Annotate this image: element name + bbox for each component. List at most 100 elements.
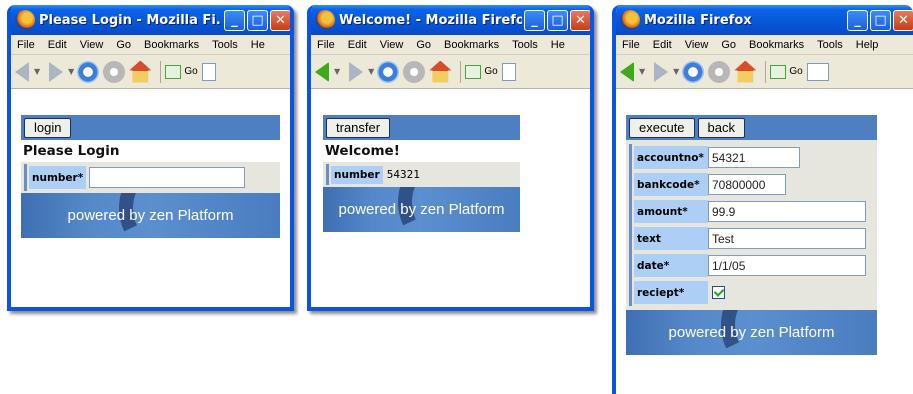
menu-bookmarks[interactable]: Bookmarks [438,39,506,51]
menu-help[interactable]: He [545,39,572,51]
window-title: Mozilla Firefox [644,12,752,28]
menu-bookmarks[interactable]: Bookmarks [743,39,811,51]
chevron-down-icon[interactable]: ▼ [334,67,340,76]
menu-edit[interactable]: Edit [42,39,74,51]
stop-icon[interactable] [708,60,731,83]
menu-view[interactable]: View [74,39,111,51]
title-bar[interactable]: Mozilla Firefox _ □ ✕ [616,5,913,35]
maximize-button[interactable]: □ [247,9,268,31]
navigation-toolbar: ▼ ▼ Go [11,55,290,89]
form-row-date: date* 1/1/05 [629,252,874,279]
forward-arrow-icon[interactable] [49,61,64,82]
number-input[interactable] [89,167,246,188]
number-label: number* [29,166,87,189]
go-label[interactable]: Go [184,66,197,77]
menu-file[interactable]: File [11,39,42,51]
date-input[interactable]: 1/1/05 [708,255,866,276]
menu-help[interactable]: He [245,39,272,51]
page-heading: Welcome! [325,143,400,159]
stop-icon[interactable] [103,60,126,83]
amount-input[interactable]: 99.9 [708,201,866,222]
title-bar[interactable]: Welcome! - Mozilla Firefox _ □ ✕ [311,5,590,35]
firefox-icon [620,10,640,30]
reload-icon[interactable] [682,60,705,83]
login-form: number* [21,162,280,193]
menu-help[interactable]: Help [850,39,886,51]
transfer-button[interactable]: transfer [326,117,391,138]
menu-tools[interactable]: Tools [506,39,545,51]
back-button[interactable]: back [697,117,746,138]
menu-edit[interactable]: Edit [647,39,679,51]
back-arrow-icon[interactable] [15,61,29,82]
page-content: login Please Login number* powered by ze… [11,89,290,307]
text-input[interactable]: Test [708,228,866,249]
menu-tools[interactable]: Tools [811,39,850,51]
window-title: Please Login - Mozilla Fi... [39,12,222,28]
menu-go[interactable]: Go [410,39,438,51]
address-bar[interactable] [501,62,516,81]
login-button[interactable]: login [24,117,72,138]
menu-bookmarks[interactable]: Bookmarks [138,39,206,51]
minimize-button[interactable]: _ [224,9,245,31]
chevron-down-icon[interactable]: ▼ [68,67,74,76]
home-icon[interactable] [429,60,452,83]
bankcode-input[interactable]: 70800000 [708,174,786,195]
back-arrow-icon[interactable] [315,61,329,82]
back-arrow-icon[interactable] [620,61,634,82]
stop-icon[interactable] [403,60,426,83]
menu-go[interactable]: Go [110,39,138,51]
chevron-down-icon[interactable]: ▼ [673,67,679,76]
reciept-checkbox[interactable] [712,286,725,299]
window-title: Welcome! - Mozilla Firefox [339,12,522,28]
reload-icon[interactable] [377,60,400,83]
maximize-button[interactable]: □ [547,9,568,31]
go-icon[interactable] [165,64,182,79]
chevron-down-icon[interactable]: ▼ [639,67,645,76]
go-icon[interactable] [465,64,482,79]
page-content: execute back accountno* 54321 bankcode* … [616,89,913,394]
browser-window-transfer: Mozilla Firefox _ □ ✕ File Edit View Go … [612,5,913,394]
chevron-down-icon[interactable]: ▼ [368,67,374,76]
form-row-amount: amount* 99.9 [629,198,874,225]
go-label[interactable]: Go [484,66,497,77]
menu-view[interactable]: View [679,39,716,51]
powered-by-banner: powered by zen Platform [21,193,280,238]
minimize-button[interactable]: _ [524,9,545,31]
browser-window-welcome: Welcome! - Mozilla Firefox _ □ ✕ File Ed… [307,5,594,311]
go-label[interactable]: Go [789,66,802,77]
close-button[interactable]: ✕ [570,9,590,31]
title-bar[interactable]: Please Login - Mozilla Fi... _ □ ✕ [11,5,290,35]
accountno-label: accountno* [634,146,708,169]
menu-tools[interactable]: Tools [206,39,245,51]
maximize-button[interactable]: □ [870,9,891,31]
home-icon[interactable] [734,60,757,83]
address-bar[interactable] [201,62,216,81]
chevron-down-icon[interactable]: ▼ [34,67,40,76]
action-bar: login [21,115,280,140]
forward-arrow-icon[interactable] [349,61,364,82]
form-row: number* [24,164,277,191]
close-button[interactable]: ✕ [893,9,913,31]
address-bar[interactable] [806,62,829,81]
execute-button[interactable]: execute [629,117,695,138]
menu-go[interactable]: Go [715,39,743,51]
go-icon[interactable] [770,64,787,79]
close-button[interactable]: ✕ [270,9,290,31]
toolbar-separator [765,60,767,83]
form-row-reciept: reciept* [629,279,874,306]
reload-icon[interactable] [77,60,100,83]
reciept-label: reciept* [634,281,708,304]
accountno-input[interactable]: 54321 [708,147,800,168]
menu-view[interactable]: View [374,39,411,51]
powered-by-banner: powered by zen Platform [626,310,877,355]
minimize-button[interactable]: _ [847,9,868,31]
menu-file[interactable]: File [311,39,342,51]
forward-arrow-icon[interactable] [654,61,669,82]
home-icon[interactable] [129,60,152,83]
transfer-form: accountno* 54321 bankcode* 70800000 amou… [626,140,877,310]
menu-file[interactable]: File [616,39,647,51]
menu-edit[interactable]: Edit [342,39,374,51]
banner-text: powered by zen Platform [67,207,234,224]
text-label: text [634,227,708,250]
firefox-icon [315,10,335,30]
